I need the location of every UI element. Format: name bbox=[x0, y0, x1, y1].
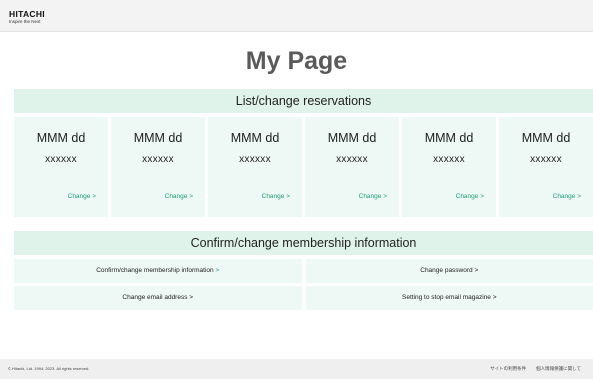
reservation-card: MMM dd xxxxxx Change > bbox=[111, 117, 205, 217]
reservation-date: MMM dd bbox=[521, 131, 571, 145]
change-email-link[interactable]: Change email address > bbox=[14, 286, 302, 310]
privacy-link[interactable]: 個人情報保護に関して bbox=[536, 366, 581, 372]
reservation-time: xxxxxx bbox=[142, 154, 174, 165]
reservation-time: xxxxxx bbox=[433, 154, 465, 165]
change-reservation-link[interactable]: Change > bbox=[262, 193, 290, 201]
reservation-time: xxxxxx bbox=[336, 154, 368, 165]
membership-links-row: Confirm/change membership information > … bbox=[14, 259, 593, 283]
logo-text: HITACHI bbox=[9, 9, 45, 19]
reservation-card-list: MMM dd xxxxxx Change > MMM dd xxxxxx Cha… bbox=[14, 117, 593, 217]
membership-links-grid: Confirm/change membership information > … bbox=[14, 259, 593, 313]
membership-links-row: Change email address > Setting to stop e… bbox=[14, 286, 593, 310]
confirm-membership-link[interactable]: Confirm/change membership information > bbox=[14, 259, 302, 283]
change-reservation-link[interactable]: Change > bbox=[165, 193, 193, 201]
reservations-heading: List/change reservations bbox=[14, 89, 593, 113]
change-reservation-link[interactable]: Change > bbox=[359, 193, 387, 201]
membership-heading: Confirm/change membership information bbox=[14, 231, 593, 255]
terms-link[interactable]: サイトの利用条件 bbox=[490, 366, 526, 372]
reservation-date: MMM dd bbox=[230, 131, 280, 145]
reservation-date: MMM dd bbox=[424, 131, 474, 145]
reservation-date: MMM dd bbox=[133, 131, 183, 145]
hitachi-logo[interactable]: HITACHI Inspire the Next bbox=[9, 10, 45, 24]
logo-tagline: Inspire the Next bbox=[9, 18, 41, 24]
reservation-time: xxxxxx bbox=[45, 154, 77, 165]
reservation-card: MMM dd xxxxxx Change > bbox=[402, 117, 496, 217]
reservation-time: xxxxxx bbox=[530, 154, 562, 165]
confirm-membership-label: Confirm/change membership information bbox=[96, 267, 214, 274]
change-reservation-link[interactable]: Change > bbox=[456, 193, 484, 201]
change-reservation-link[interactable]: Change > bbox=[553, 193, 581, 201]
stop-magazine-link[interactable]: Setting to stop email magazine > bbox=[305, 286, 593, 310]
page-title: My Page bbox=[245, 47, 348, 75]
footer-links: サイトの利用条件 個人情報保護に関して bbox=[490, 366, 581, 372]
reservation-card: MMM dd xxxxxx Change > bbox=[305, 117, 399, 217]
reservation-date: MMM dd bbox=[327, 131, 377, 145]
change-reservation-link[interactable]: Change > bbox=[68, 193, 96, 201]
copyright-text: © Hitachi, Ltd. 1994, 2023. All rights r… bbox=[8, 366, 90, 371]
reservation-card: MMM dd xxxxxx Change > bbox=[499, 117, 593, 217]
site-header: HITACHI Inspire the Next bbox=[0, 0, 593, 32]
reservation-card: MMM dd xxxxxx Change > bbox=[14, 117, 108, 217]
reservation-time: xxxxxx bbox=[239, 154, 271, 165]
reservation-date: MMM dd bbox=[36, 131, 86, 145]
reservation-card: MMM dd xxxxxx Change > bbox=[208, 117, 302, 217]
change-password-link[interactable]: Change password > bbox=[305, 259, 593, 283]
site-footer: © Hitachi, Ltd. 1994, 2023. All rights r… bbox=[0, 359, 593, 379]
chevron-right-icon: > bbox=[215, 267, 220, 274]
